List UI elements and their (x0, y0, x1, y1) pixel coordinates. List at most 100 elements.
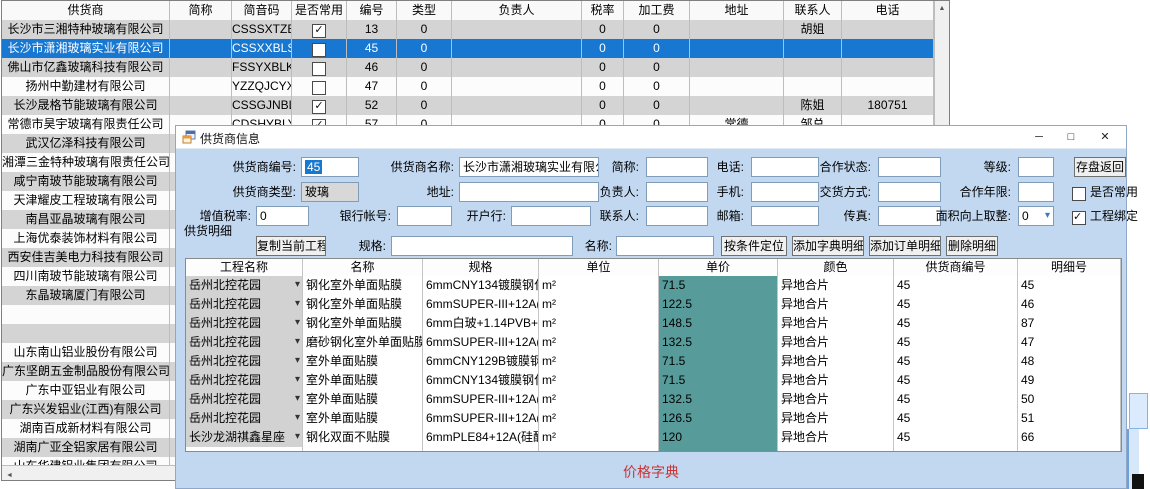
cell-common[interactable] (292, 58, 347, 77)
detail-row[interactable]: 岳州北控花园室外单面贴膜6mmCNY134镀膜钢化m²71.5异地合片4549 (186, 371, 1121, 390)
supplier-row[interactable]: 长沙晟格节能玻璃有限公司CSSGJNBLYXGS52000陈姐180751 (2, 96, 949, 115)
grid-cell-color[interactable]: 异地合片 (778, 409, 894, 428)
cell-common[interactable] (292, 39, 347, 58)
grid-cell-color[interactable]: 异地合片 (778, 390, 894, 409)
project-combobox[interactable]: 岳州北控花园 (186, 295, 303, 314)
grid-cell-supplier_id[interactable]: 45 (894, 276, 1018, 295)
column-header[interactable]: 负责人 (452, 1, 582, 20)
grid-cell-supplier_id[interactable]: 45 (894, 314, 1018, 333)
vat-rate-field[interactable]: 0 (256, 206, 309, 226)
project-bind-checkbox[interactable]: 工程绑定 (1072, 206, 1138, 226)
column-header[interactable]: 联系人 (784, 1, 842, 20)
grid-cell-price[interactable]: 148.5 (659, 314, 778, 333)
cell-fee[interactable]: 0 (624, 58, 690, 77)
grid-cell-unit[interactable]: m² (539, 428, 659, 447)
grid-cell-spec[interactable]: 6mm白玻+1.14PVB+6mm... (423, 314, 539, 333)
cell-common[interactable] (292, 96, 347, 115)
grid-cell-detail_id[interactable]: 66 (1018, 428, 1121, 447)
scroll-left-icon[interactable]: ◄ (2, 469, 17, 481)
manager-field[interactable] (646, 182, 708, 202)
cell-fee[interactable]: 0 (624, 77, 690, 96)
cell-type[interactable]: 0 (397, 58, 452, 77)
grid-cell-supplier_id[interactable]: 45 (894, 390, 1018, 409)
grid-cell-color[interactable]: 异地合片 (778, 428, 894, 447)
cell-id[interactable]: 46 (347, 58, 397, 77)
cell-tax[interactable]: 0 (582, 58, 624, 77)
cell-type[interactable]: 0 (397, 39, 452, 58)
grid-column-header[interactable]: 工程名称 (186, 259, 303, 276)
grid-cell-spec[interactable]: 6mmCNY134镀膜钢化 (423, 371, 539, 390)
common-checkbox-icon[interactable] (312, 81, 326, 95)
grid-cell-spec[interactable]: 6mmSUPER-III+12A(硅... (423, 333, 539, 352)
grid-column-header[interactable]: 颜色 (778, 259, 894, 276)
column-header[interactable]: 加工费 (624, 1, 690, 20)
grid-cell-price[interactable]: 71.5 (659, 352, 778, 371)
name-filter-field[interactable] (616, 236, 714, 256)
common-checkbox-icon[interactable] (312, 24, 326, 38)
grid-column-header[interactable]: 单价 (659, 259, 778, 276)
grid-cell-supplier_id[interactable]: 45 (894, 295, 1018, 314)
project-combobox[interactable]: 岳州北控花园 (186, 352, 303, 371)
cell-name[interactable]: 长沙市三湘特种玻璃有限公司 (2, 20, 170, 39)
cell-name[interactable] (2, 305, 170, 324)
grid-column-header[interactable]: 供货商编号 (894, 259, 1018, 276)
cell-id[interactable]: 47 (347, 77, 397, 96)
project-combobox[interactable]: 长沙龙湖祺鑫星座 (186, 428, 303, 447)
grid-cell-color[interactable]: 异地合片 (778, 314, 894, 333)
grid-cell-supplier_id[interactable]: 45 (894, 409, 1018, 428)
grid-column-header[interactable]: 明细号 (1018, 259, 1121, 276)
supplier-id-field[interactable]: 45 (301, 157, 359, 177)
project-combobox[interactable]: 岳州北控花园 (186, 390, 303, 409)
column-header[interactable]: 电话 (842, 1, 934, 20)
cell-addr[interactable] (690, 58, 784, 77)
cell-abbr[interactable] (170, 96, 232, 115)
grid-cell-spec[interactable]: 6mmCNY129B镀膜钢化 (423, 352, 539, 371)
cell-abbr[interactable] (170, 58, 232, 77)
detail-row[interactable]: 岳州北控花园室外单面贴膜6mmSUPER-III+12A(硅...m²132.5… (186, 390, 1121, 409)
cell-name[interactable] (2, 324, 170, 343)
grid-cell-unit[interactable]: m² (539, 409, 659, 428)
cell-name[interactable]: 武汉亿泽科技有限公司 (2, 134, 170, 153)
project-combobox[interactable]: 岳州北控花园 (186, 276, 303, 295)
cell-phone[interactable] (842, 77, 934, 96)
grid-cell-name[interactable]: 钢化双面不贴膜 (303, 428, 423, 447)
cell-name[interactable]: 广东中亚铝业有限公司 (2, 381, 170, 400)
cell-name[interactable]: 上海优泰装饰材料有限公司 (2, 229, 170, 248)
grid-cell-unit[interactable]: m² (539, 276, 659, 295)
cell-code[interactable]: CSSGJNBLYXGS (232, 96, 292, 115)
checkbox-icon[interactable] (1072, 187, 1086, 201)
grid-column-header[interactable]: 名称 (303, 259, 423, 276)
grid-cell-detail_id[interactable]: 50 (1018, 390, 1121, 409)
checkbox-icon[interactable] (1072, 211, 1086, 225)
cell-name[interactable]: 四川南玻节能玻璃有限公司 (2, 267, 170, 286)
cell-tax[interactable]: 0 (582, 39, 624, 58)
column-header[interactable]: 地址 (690, 1, 784, 20)
cell-phone[interactable] (842, 58, 934, 77)
close-icon[interactable]: ✕ (1088, 126, 1122, 148)
cell-code[interactable]: CSSXXBLSY... (232, 39, 292, 58)
area-round-up-select[interactable]: 0 (1018, 206, 1054, 226)
delete-detail-button[interactable]: 删除明细 (946, 236, 998, 256)
cell-name[interactable]: 佛山市亿鑫玻璃科技有限公司 (2, 58, 170, 77)
grid-cell-spec[interactable]: 6mmSUPER-III+12A(硅... (423, 409, 539, 428)
cell-name[interactable]: 南昌亚晶玻璃有限公司 (2, 210, 170, 229)
email-field[interactable] (751, 206, 819, 226)
grid-cell-detail_id[interactable]: 48 (1018, 352, 1121, 371)
common-checkbox-icon[interactable] (312, 100, 326, 114)
grid-cell-name[interactable]: 钢化室外单面贴膜 (303, 295, 423, 314)
copy-current-project-button[interactable]: 复制当前工程 (256, 236, 326, 256)
cell-phone[interactable] (842, 20, 934, 39)
save-return-button[interactable]: 存盘返回 (1074, 157, 1126, 177)
detail-row[interactable]: 岳州北控花园室外单面贴膜6mmCNY129B镀膜钢化m²71.5异地合片4548 (186, 352, 1121, 371)
grid-column-header[interactable]: 单位 (539, 259, 659, 276)
cell-fee[interactable]: 0 (624, 96, 690, 115)
dialog-titlebar[interactable]: 供货商信息 ─ □ ✕ (176, 126, 1126, 149)
grid-cell-price[interactable]: 71.5 (659, 371, 778, 390)
cell-manager[interactable] (452, 20, 582, 39)
cell-abbr[interactable] (170, 20, 232, 39)
grid-cell-supplier_id[interactable]: 45 (894, 428, 1018, 447)
grid-cell-supplier_id[interactable]: 45 (894, 371, 1018, 390)
cell-name[interactable]: 湖南广亚全铝家居有限公司 (2, 438, 170, 457)
cell-common[interactable] (292, 20, 347, 39)
grid-cell-name[interactable]: 磨砂钢化室外单面贴膜 (303, 333, 423, 352)
